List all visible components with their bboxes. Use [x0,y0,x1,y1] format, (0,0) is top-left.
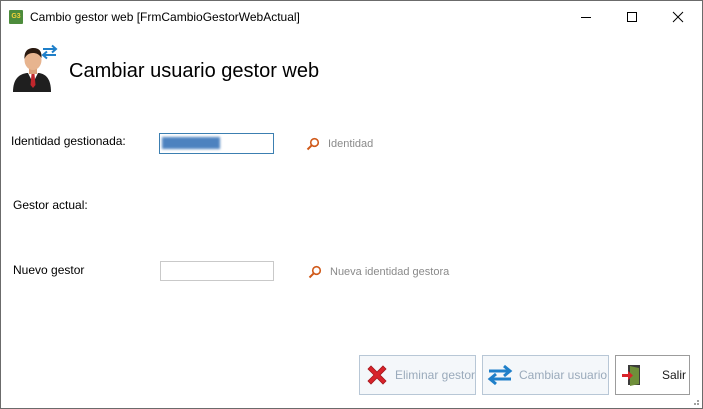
identity-value-obscured [162,137,220,149]
new-manager-search-link[interactable]: Nueva identidad gestora [308,265,449,279]
app-icon: G3 [9,10,23,24]
exit-door-icon [618,363,646,387]
page-title: Cambiar usuario gestor web [69,60,320,82]
current-manager-label: Gestor actual: [13,198,88,212]
change-user-label: Cambiar usuario [519,368,608,382]
minimize-button[interactable] [563,1,609,32]
resize-grip-icon[interactable] [690,396,700,406]
maximize-icon [627,11,637,22]
main-window: G3 Cambio gestor web [FrmCambioGestorWeb… [0,0,703,409]
maximize-button[interactable] [609,1,655,32]
exit-label: Salir [662,368,687,382]
swap-arrows-icon [485,364,515,386]
change-user-button[interactable]: Cambiar usuario [482,355,609,395]
delete-manager-button[interactable]: Eliminar gestor [359,355,476,395]
identity-search-link[interactable]: Identidad [306,137,373,151]
search-icon [308,265,322,279]
delete-manager-label: Eliminar gestor [394,368,475,382]
exit-button[interactable]: Salir [615,355,690,395]
identity-label: Identidad gestionada: [11,134,126,148]
search-icon [306,137,320,151]
window-title: Cambio gestor web [FrmCambioGestorWebAct… [30,10,300,24]
close-button[interactable] [655,1,701,32]
identity-input[interactable] [159,133,274,154]
close-icon [672,11,684,22]
minimize-icon [581,16,591,18]
new-manager-label: Nuevo gestor [13,263,85,277]
identity-search-label: Identidad [328,138,374,150]
delete-x-icon [361,363,393,387]
user-swap-icon [13,44,58,92]
title-bar[interactable]: G3 Cambio gestor web [FrmCambioGestorWeb… [1,1,702,32]
new-manager-search-label: Nueva identidad gestora [330,266,450,278]
new-manager-input[interactable] [160,261,274,281]
